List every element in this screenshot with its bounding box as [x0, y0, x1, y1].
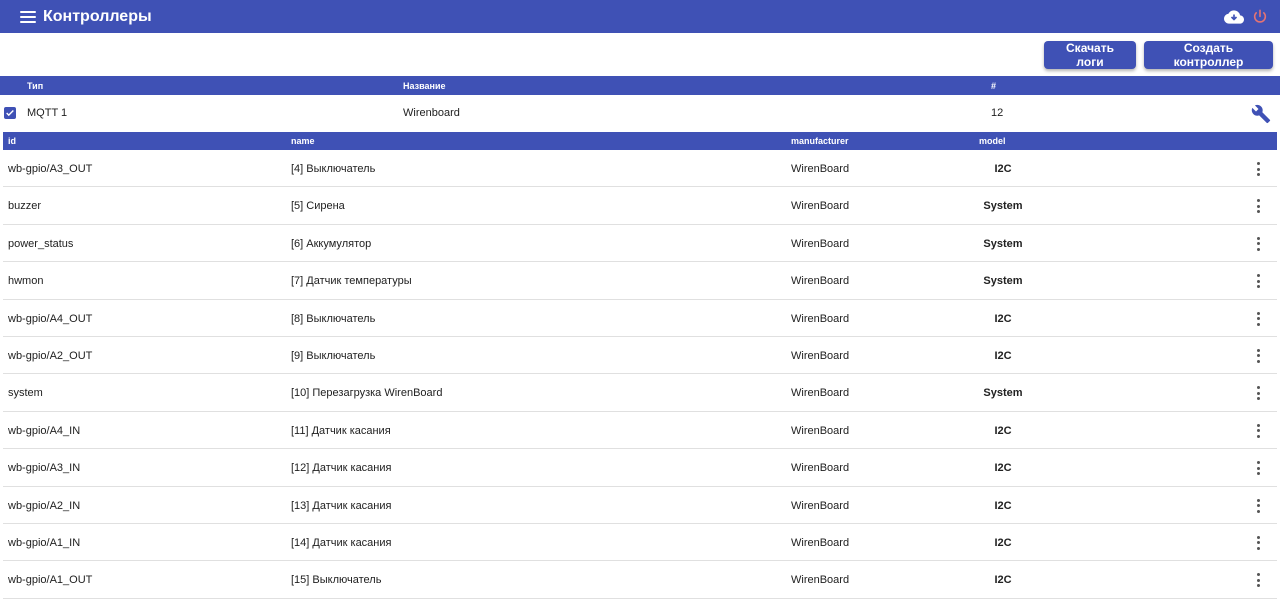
controller-row[interactable]: MQTT 1 Wirenboard 12 — [0, 95, 1280, 131]
more-vert-icon[interactable] — [1252, 311, 1264, 326]
device-manufacturer: WirenBoard — [791, 200, 850, 213]
table-row[interactable]: wb-gpio/A2_OUT [9] Выключатель WirenBoard I… — [3, 337, 1277, 375]
device-model: System — [983, 200, 1023, 213]
device-name: [10] Перезагрузка WirenBoard — [291, 387, 443, 400]
table-row[interactable]: wb-gpio/A3_OUT [4] Выключатель WirenBoard I… — [3, 150, 1277, 188]
device-manufacturer: WirenBoard — [791, 349, 850, 362]
header-manufacturer: manufacturer — [791, 136, 849, 146]
device-id: wb-gpio/A2_OUT — [8, 349, 93, 362]
table-row[interactable]: wb-gpio/A4_IN [11] Датчик касания WirenBoa… — [3, 412, 1277, 450]
device-model: System — [983, 275, 1023, 288]
device-name: [9] Выключатель — [291, 349, 376, 362]
device-id: buzzer — [8, 200, 42, 213]
more-vert-icon[interactable] — [1252, 199, 1264, 214]
device-manufacturer: WirenBoard — [791, 387, 850, 400]
controllers-table-header: Тип Название # — [0, 76, 1280, 95]
device-id: wb-gpio/A3_IN — [8, 462, 81, 475]
table-row[interactable]: wb-gpio/A3_IN [12] Датчик касания WirenBoa… — [3, 449, 1277, 487]
header-name: Название — [403, 81, 446, 91]
device-manufacturer: WirenBoard — [791, 312, 850, 325]
download-logs-button[interactable]: Скачать логи — [1044, 41, 1136, 69]
header-model: model — [979, 136, 1006, 146]
device-name: [15] Выключатель — [291, 574, 382, 587]
table-row[interactable]: wb-gpio/A4_OUT [8] Выключатель WirenBoard I… — [3, 300, 1277, 337]
devices-table-body: wb-gpio/A3_OUT [4] Выключатель WirenBoard I… — [3, 150, 1277, 599]
more-vert-icon[interactable] — [1252, 498, 1264, 513]
header-id: id — [8, 136, 16, 146]
device-model: I2C — [994, 499, 1012, 512]
device-model: I2C — [994, 424, 1012, 437]
device-manufacturer: WirenBoard — [791, 574, 850, 587]
device-name: [11] Датчик касания — [291, 424, 391, 437]
table-row[interactable]: power_status [6] Аккумулятор WirenBoard Sys… — [3, 225, 1277, 263]
table-row[interactable]: system [10] Перезагрузка WirenBoard WirenB… — [3, 374, 1277, 412]
wrench-icon[interactable] — [1251, 104, 1271, 129]
more-vert-icon[interactable] — [1252, 535, 1264, 550]
device-id: wb-gpio/A2_IN — [8, 499, 81, 512]
device-name: [8] Выключатель — [291, 312, 376, 325]
device-id: system — [8, 387, 43, 400]
more-vert-icon[interactable] — [1252, 236, 1264, 251]
more-vert-icon[interactable] — [1252, 573, 1264, 588]
device-name: [14] Датчик касания — [291, 536, 392, 549]
device-manufacturer: WirenBoard — [791, 424, 850, 437]
device-id: wb-gpio/A1_OUT — [8, 574, 93, 587]
device-name: [12] Датчик касания — [291, 462, 392, 475]
device-model: I2C — [994, 312, 1012, 325]
appbar-actions — [1224, 0, 1268, 33]
device-manufacturer: WirenBoard — [791, 536, 850, 549]
device-manufacturer: WirenBoard — [791, 499, 850, 512]
device-manufacturer: WirenBoard — [791, 163, 850, 175]
header-number: # — [991, 81, 997, 91]
device-model: I2C — [994, 462, 1012, 475]
device-model: System — [983, 387, 1023, 400]
toolbar: Скачать логи Создать контроллер — [1044, 41, 1273, 69]
device-id: wb-gpio/A1_IN — [8, 536, 81, 549]
power-icon[interactable] — [1252, 9, 1268, 25]
device-name: [5] Сирена — [291, 200, 345, 213]
device-id: power_status — [8, 237, 74, 250]
more-vert-icon[interactable] — [1252, 386, 1264, 401]
cloud-download-icon[interactable] — [1224, 9, 1244, 24]
table-row[interactable]: hwmon [7] Датчик температуры WirenBoard Sys… — [3, 262, 1277, 300]
more-vert-icon[interactable] — [1252, 461, 1264, 476]
controller-name: Wirenboard — [403, 107, 460, 119]
device-manufacturer: WirenBoard — [791, 275, 850, 288]
controller-checkbox[interactable] — [4, 107, 16, 119]
page-title: Контроллеры — [43, 7, 152, 25]
more-vert-icon[interactable] — [1252, 348, 1264, 363]
device-model: I2C — [994, 574, 1012, 587]
app-bar: Контроллеры — [0, 0, 1280, 33]
table-row[interactable]: wb-gpio/A2_IN [13] Датчик касания WirenBoa… — [3, 487, 1277, 524]
menu-icon[interactable] — [20, 10, 36, 23]
device-model: I2C — [994, 349, 1012, 362]
device-name: [13] Датчик касания — [291, 499, 392, 512]
table-row[interactable]: wb-gpio/A1_OUT [15] Выключатель WirenBoard… — [3, 561, 1277, 599]
create-controller-button[interactable]: Создать контроллер — [1144, 41, 1273, 69]
device-id: hwmon — [8, 275, 44, 288]
device-id: wb-gpio/A3_OUT — [8, 163, 93, 175]
device-name: [7] Датчик температуры — [291, 275, 412, 288]
device-model: System — [983, 237, 1023, 250]
device-model: I2C — [994, 163, 1012, 175]
device-name: [6] Аккумулятор — [291, 237, 372, 250]
table-row[interactable]: buzzer [5] Сирена WirenBoard System — [3, 187, 1277, 225]
more-vert-icon[interactable] — [1252, 274, 1264, 289]
device-id: wb-gpio/A4_OUT — [8, 312, 93, 325]
device-manufacturer: WirenBoard — [791, 462, 850, 475]
controller-type: MQTT 1 — [27, 107, 68, 119]
device-manufacturer: WirenBoard — [791, 237, 850, 250]
device-id: wb-gpio/A4_IN — [8, 424, 81, 437]
table-row[interactable]: wb-gpio/A1_IN [14] Датчик касания WirenBoa… — [3, 524, 1277, 562]
header-device-name: name — [291, 136, 315, 146]
more-vert-icon[interactable] — [1252, 423, 1264, 438]
controller-number: 12 — [991, 107, 1004, 119]
device-model: I2C — [994, 536, 1012, 549]
header-type: Тип — [27, 81, 44, 91]
more-vert-icon[interactable] — [1252, 162, 1264, 176]
device-name: [4] Выключатель — [291, 163, 376, 175]
devices-table-header: id name manufacturer model — [3, 132, 1277, 150]
